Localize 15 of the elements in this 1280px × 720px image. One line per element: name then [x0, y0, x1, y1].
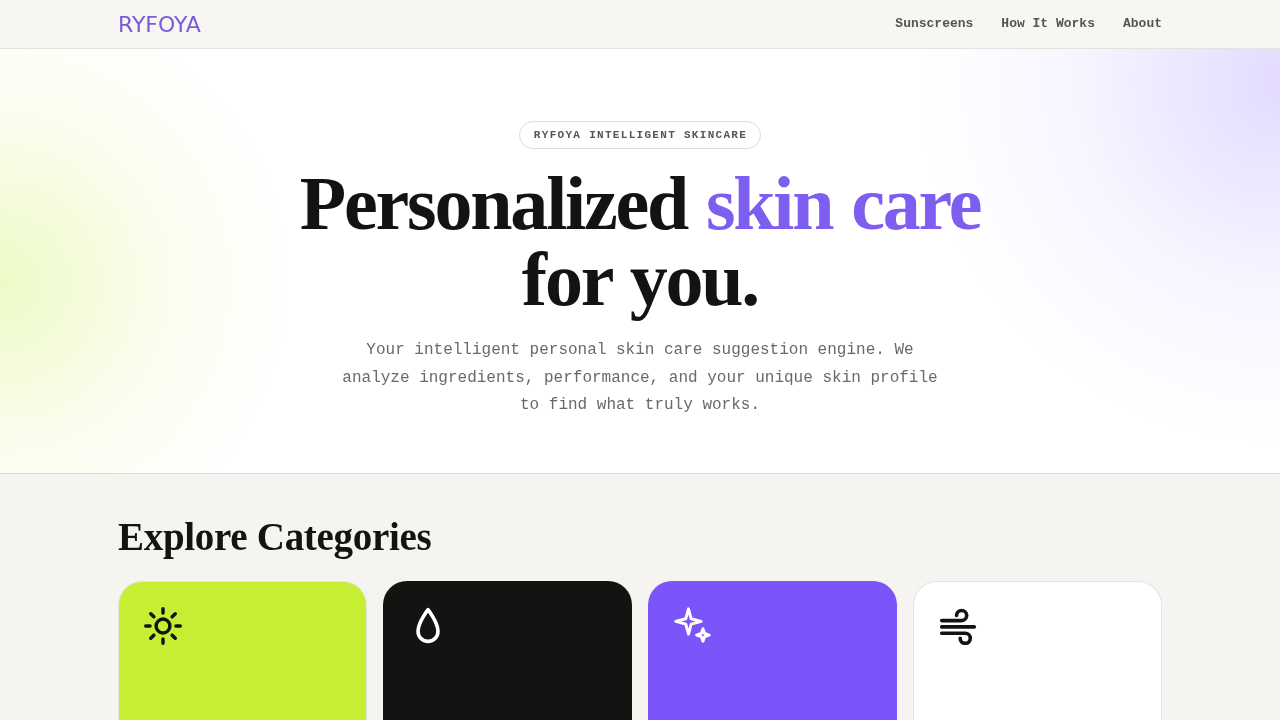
nav-link[interactable]: How It Works	[1001, 15, 1095, 33]
nav-link[interactable]: Sunscreens	[895, 15, 974, 33]
section-heading: Explore Categories	[118, 514, 433, 560]
tagline-badge: RYFOYA INTELLIGENT SKINCARE	[518, 121, 762, 149]
hero-title: Personalized skin care for you.	[298, 160, 982, 323]
hero-description: Your intelligent personal skin care suggestion engine. We analyze ingredients, performance, and your unique skin profile to find what truly works.	[341, 340, 939, 416]
nav-link[interactable]: About	[1123, 15, 1162, 33]
category-card[interactable]	[118, 581, 367, 720]
category-card[interactable]	[648, 581, 897, 720]
logo[interactable]: RYFOYA	[118, 12, 201, 38]
sun-icon	[144, 607, 182, 645]
category-card[interactable]	[383, 581, 632, 720]
wind-icon	[939, 607, 977, 645]
sparkles-icon	[674, 607, 712, 645]
category-card[interactable]	[913, 581, 1162, 720]
